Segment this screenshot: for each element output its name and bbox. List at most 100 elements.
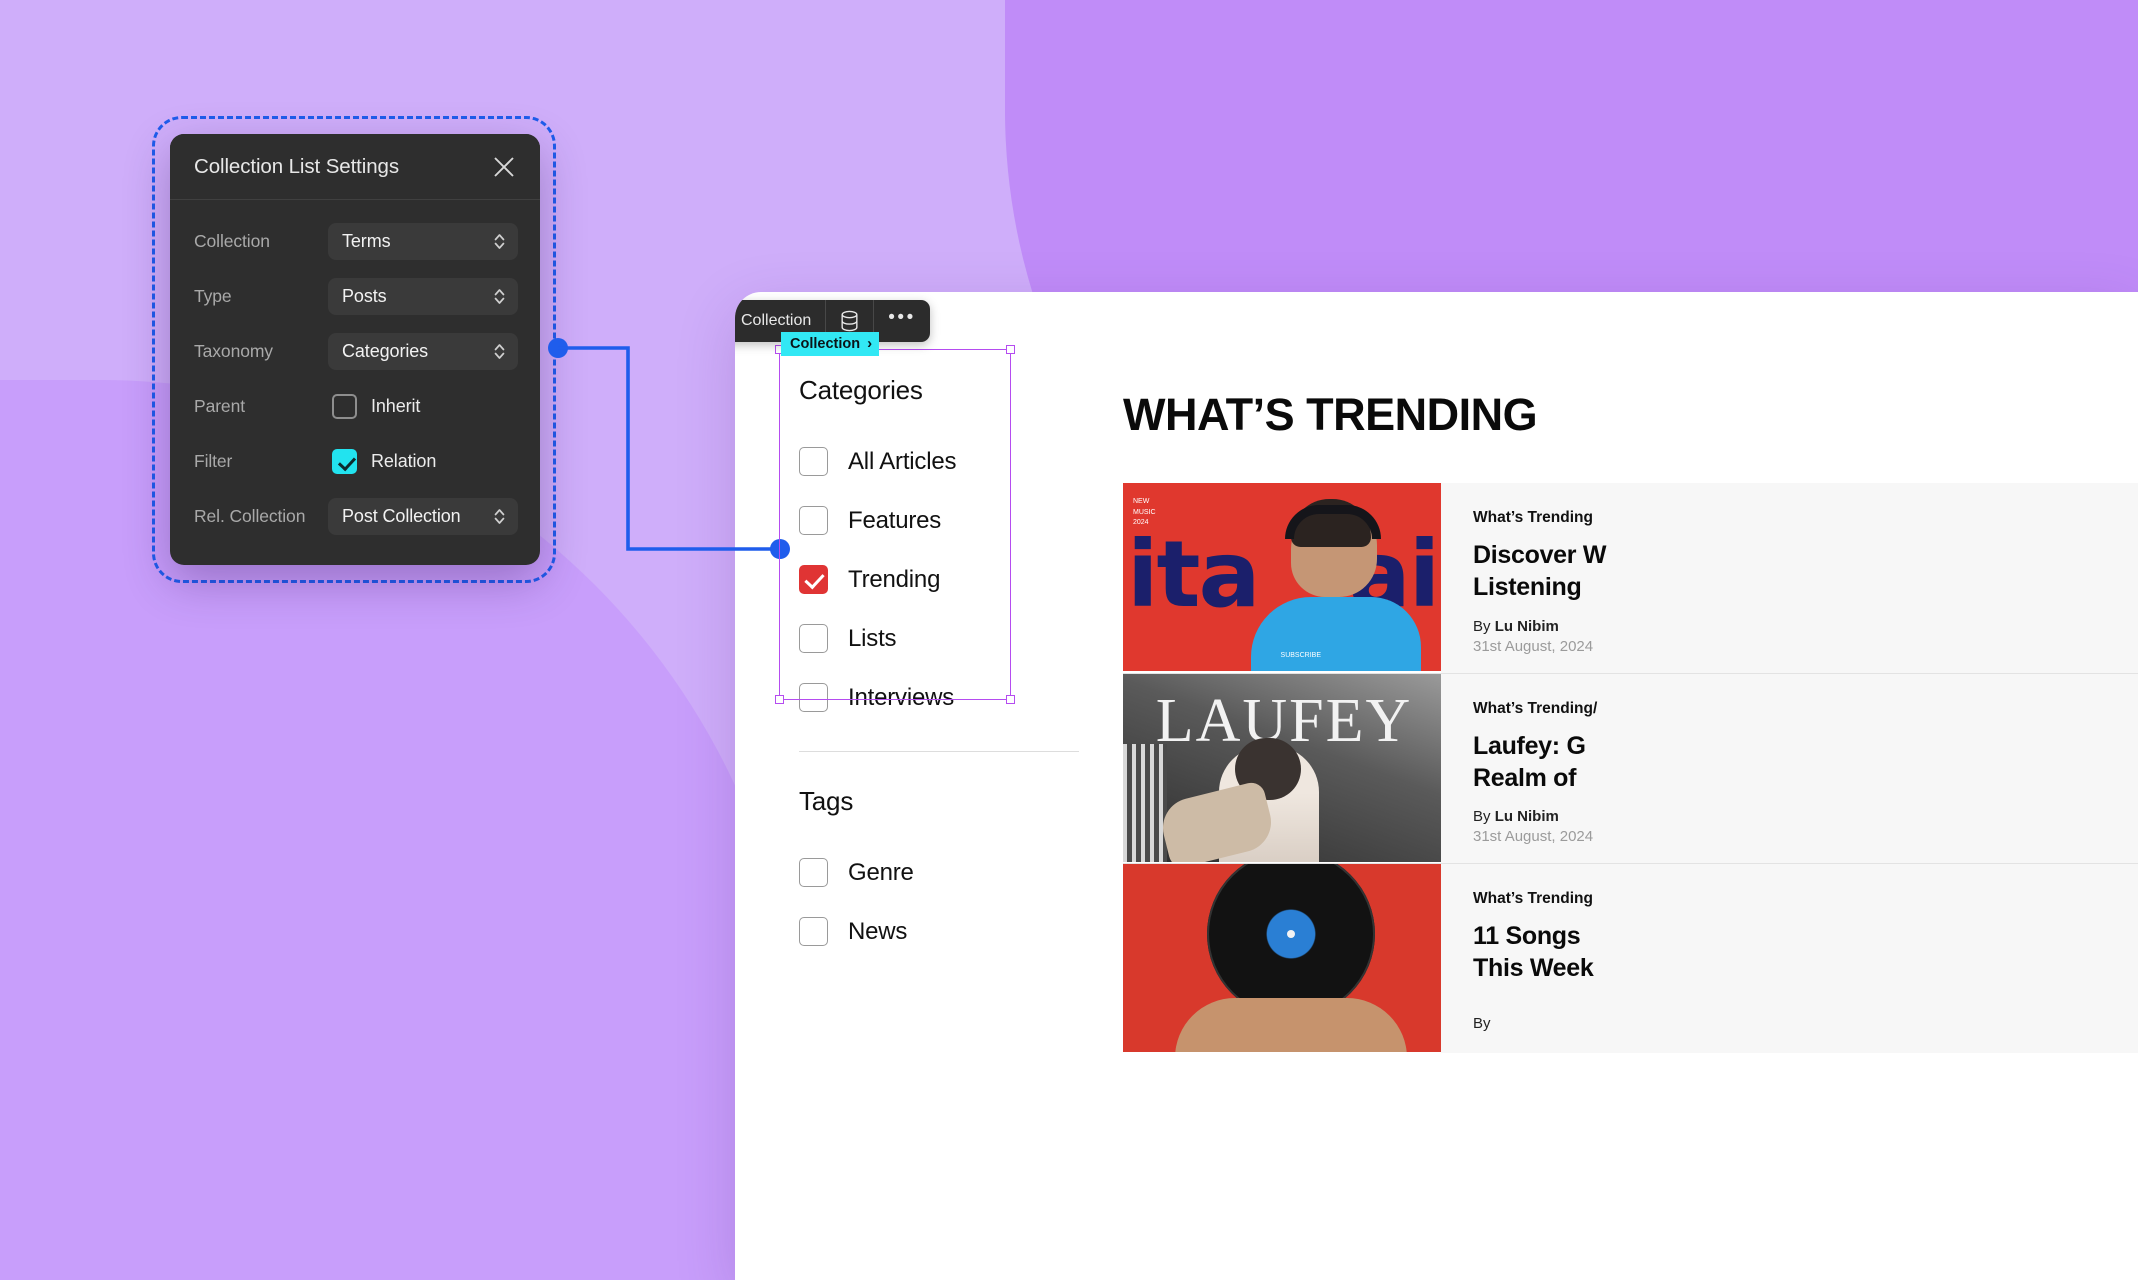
main-content: WHAT’S TRENDING NEWMUSIC2024 ita aia SUB… [1123,349,2138,1280]
settings-checkbox-group-filter[interactable]: Relation [328,449,518,474]
cover-headphones [1285,505,1381,539]
byline-prefix: By [1473,1015,1491,1032]
byline-prefix: By [1473,618,1495,635]
dialog-body: Collection Terms Type Posts Taxonomy Cat… [170,200,540,544]
settings-select-taxonomy[interactable]: Categories [328,333,518,370]
article-kicker: What’s Trending/ [1473,700,1598,717]
settings-row-taxonomy: Taxonomy Categories [170,324,540,379]
article-thumbnail: LAUFEY [1123,674,1441,862]
facet-item-genre[interactable]: Genre [799,843,1103,902]
article-byline: By Lu Nibim [1473,618,2120,635]
facet-label-lists: Lists [848,624,897,652]
settings-value-collection: Terms [342,231,391,251]
settings-select-rel-collection[interactable]: Post Collection [328,498,518,535]
settings-checkbox-group-parent[interactable]: Inherit [328,394,518,419]
dialog-title: Collection List Settings [194,154,399,178]
settings-label-parent: Parent [194,396,245,416]
chevron-right-icon: › [867,335,873,352]
article-headline-line1: Discover W [1473,541,1607,569]
close-x-icon[interactable] [490,153,518,181]
checkbox-interviews[interactable] [799,683,828,712]
settings-value-filter: Relation [371,451,437,471]
facet-item-interviews[interactable]: Interviews [799,668,1103,727]
settings-value-parent: Inherit [371,396,421,416]
cover-bars [1123,744,1167,862]
ellipsis-icon: ••• [888,307,916,328]
byline-author: Lu Nibim [1494,808,1559,825]
article-row[interactable]: What’s Trending 11 Songs This Week By [1123,863,2138,1053]
article-row[interactable]: NEWMUSIC2024 ita aia SUBSCRIBE What’s Tr… [1123,483,2138,673]
facet-group-title-tags: Tags [799,786,854,816]
facet-group-tags: Tags Genre News [799,752,1103,961]
facet-label-interviews: Interviews [848,683,955,711]
laufey-cover-art: LAUFEY [1123,674,1441,862]
checkbox-inherit[interactable] [332,394,357,419]
facet-label-features: Features [848,506,942,534]
settings-row-rel-collection: Rel. Collection Post Collection [170,489,540,544]
facet-group-title-categories: Categories [799,375,923,405]
article-headline-line2: Listening [1473,573,1582,601]
settings-label-collection: Collection [194,231,270,251]
article-meta: What’s Trending Discover W Listening By … [1441,483,2138,673]
page-title: WHAT’S TRENDING [1123,389,1538,440]
chevron-up-down-icon [492,507,507,526]
article-list: NEWMUSIC2024 ita aia SUBSCRIBE What’s Tr… [1123,483,2138,1053]
facet-label-trending: Trending [848,565,941,593]
article-headline-line1: Laufey: G [1473,732,1586,760]
article-date: 31st August, 2024 [1473,828,1594,845]
connector-path [558,346,772,551]
article-headline-line2: This Week [1473,954,1594,982]
settings-row-filter: Filter Relation [170,434,540,489]
facet-label-news: News [848,917,908,945]
settings-row-type: Type Posts [170,269,540,324]
checkbox-news[interactable] [799,917,828,946]
settings-select-type[interactable]: Posts [328,278,518,315]
facet-item-news[interactable]: News [799,902,1103,961]
checkbox-features[interactable] [799,506,828,535]
selection-badge[interactable]: Collection › [781,332,880,356]
article-thumbnail: NEWMUSIC2024 ita aia SUBSCRIBE [1123,483,1441,671]
article-thumbnail [1123,864,1441,1052]
facet-item-features[interactable]: Features [799,491,1103,550]
settings-select-collection[interactable]: Terms [328,223,518,260]
settings-label-rel-collection: Rel. Collection [194,506,306,526]
article-headline-line2: Realm of [1473,764,1577,792]
byline-author: Lu Nibim [1494,618,1559,635]
article-meta: What’s Trending/ Laufey: G Realm of By L… [1441,674,2138,863]
database-icon [840,310,859,332]
facet-item-all-articles[interactable]: All Articles [799,432,1103,491]
chevron-up-down-icon [492,342,507,361]
settings-value-taxonomy: Categories [342,341,429,361]
chevron-up-down-icon [492,232,507,251]
settings-row-parent: Parent Inherit [170,379,540,434]
facet-label-genre: Genre [848,858,914,886]
settings-label-taxonomy: Taxonomy [194,341,273,361]
checkbox-lists[interactable] [799,624,828,653]
dialog-header: Collection List Settings [170,134,540,200]
connector-line [548,338,790,559]
article-headline-line1: 11 Songs [1473,922,1581,950]
settings-label-filter: Filter [194,451,233,471]
editor-canvas-window: Collection ••• Collection › Categories A… [735,292,2138,1280]
article-date: 31st August, 2024 [1473,638,1594,655]
cover-figure-body [1251,597,1421,671]
article-byline: By [1473,1015,2120,1032]
article-byline: By Lu Nibim [1473,808,2120,825]
article-row[interactable]: LAUFEY What’s Trending/ Laufey: G Realm … [1123,673,2138,863]
facet-item-trending[interactable]: Trending [799,550,1103,609]
article-kicker: What’s Trending [1473,890,1593,907]
settings-value-type: Posts [342,286,387,306]
chevron-up-down-icon [492,287,507,306]
toolbar-more-button[interactable]: ••• [874,300,929,342]
italia-cover-art: NEWMUSIC2024 ita aia SUBSCRIBE [1123,483,1441,671]
checkbox-genre[interactable] [799,858,828,887]
settings-row-collection: Collection Terms [170,214,540,269]
checkbox-trending[interactable] [799,565,828,594]
facet-label-all-articles: All Articles [848,447,957,475]
article-kicker: What’s Trending [1473,509,1593,526]
checkbox-relation[interactable] [332,449,357,474]
settings-label-type: Type [194,286,232,306]
cover-vinyl-disc [1207,864,1375,1018]
checkbox-all-articles[interactable] [799,447,828,476]
facet-item-lists[interactable]: Lists [799,609,1103,668]
